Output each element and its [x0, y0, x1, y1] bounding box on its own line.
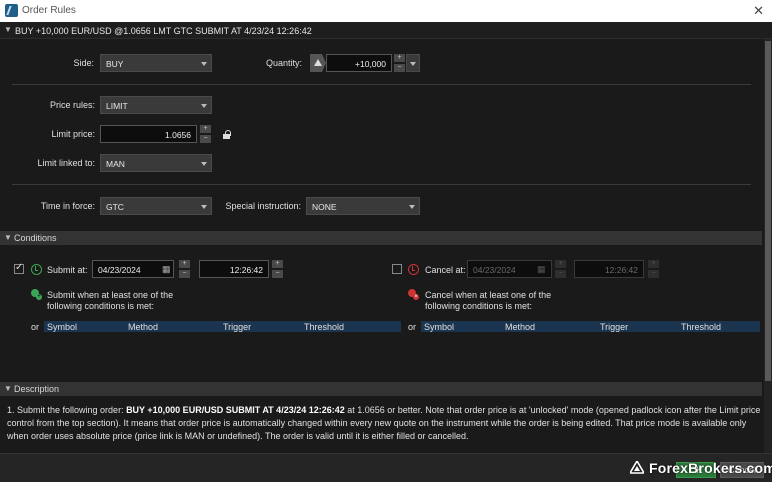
- side-select[interactable]: BUY: [100, 54, 212, 72]
- column-method: Method: [128, 322, 159, 332]
- clock-icon: [31, 264, 42, 275]
- side-label: Side:: [73, 58, 94, 68]
- scrollbar-thumb[interactable]: [765, 41, 771, 381]
- cancel-condition-line1: Cancel when at least one of the: [425, 290, 552, 300]
- side-value: BUY: [106, 59, 124, 69]
- description-section-header[interactable]: ▼ Description: [0, 382, 762, 396]
- vertical-scrollbar[interactable]: [764, 39, 772, 453]
- title-bar: Order Rules ✕: [0, 0, 772, 22]
- brand-logo-icon: [630, 461, 644, 474]
- cancel-at-label: Cancel at:: [425, 265, 466, 275]
- quantity-dropdown[interactable]: [406, 54, 420, 72]
- cancel-condition-text: Cancel when at least one of the followin…: [425, 290, 551, 312]
- submit-condition-text: Submit when at least one of the followin…: [47, 290, 173, 312]
- conditions-section-header[interactable]: ▼ Conditions: [0, 231, 762, 245]
- quantity-type-icon[interactable]: [310, 54, 326, 72]
- submit-time-input[interactable]: 12:26:42: [199, 260, 269, 278]
- chevron-down-icon: [201, 205, 207, 209]
- submit-date-stepper[interactable]: + −: [179, 260, 190, 278]
- or-label: or: [408, 322, 417, 332]
- window-title: Order Rules: [22, 5, 76, 16]
- close-icon[interactable]: ✕: [753, 3, 764, 19]
- order-summary-bar[interactable]: ▼ BUY +10,000 EUR/USD @1.0656 LMT GTC SU…: [0, 22, 772, 39]
- chevron-down-icon: [201, 162, 207, 166]
- special-instruction-select[interactable]: NONE: [306, 197, 420, 215]
- cancel-conditions-table-header: Symbol Method Trigger Threshold: [421, 321, 760, 332]
- watermark-brand: ForexBrokers.com: [649, 460, 772, 476]
- column-trigger: Trigger: [223, 322, 252, 332]
- special-instruction-value: NONE: [312, 202, 337, 212]
- chevron-down-icon[interactable]: ▼: [4, 384, 12, 393]
- quantity-stepper[interactable]: + −: [394, 54, 405, 72]
- price-rules-select[interactable]: LIMIT: [100, 96, 212, 114]
- description-title: Description: [14, 384, 60, 394]
- submit-time-stepper[interactable]: + −: [272, 260, 283, 278]
- plus-icon[interactable]: +: [394, 54, 405, 62]
- add-condition-icon[interactable]: +: [31, 289, 42, 300]
- order-summary-text: BUY +10,000 EUR/USD @1.0656 LMT GTC SUBM…: [15, 26, 312, 36]
- or-label: or: [31, 322, 40, 332]
- submit-conditions-table-header: Symbol Method Trigger Threshold: [44, 321, 401, 332]
- chevron-down-icon: [409, 205, 415, 209]
- description-order: BUY +10,000 EUR/USD SUBMIT AT 4/23/24 12…: [126, 405, 345, 415]
- unlocked-padlock-icon[interactable]: [222, 130, 231, 139]
- calendar-icon[interactable]: ▦: [162, 264, 171, 275]
- limit-price-label: Limit price:: [51, 129, 95, 139]
- limit-linked-label: Limit linked to:: [37, 158, 95, 168]
- column-trigger: Trigger: [600, 322, 629, 332]
- price-rules-label: Price rules:: [49, 100, 95, 110]
- plus-icon[interactable]: +: [648, 260, 659, 268]
- limit-linked-value: MAN: [106, 159, 125, 169]
- chevron-down-icon: [201, 62, 207, 66]
- remove-condition-icon[interactable]: ×: [408, 289, 419, 300]
- column-threshold: Threshold: [681, 322, 722, 332]
- limit-price-stepper[interactable]: + −: [200, 125, 211, 143]
- submit-at-checkbox[interactable]: ✓: [14, 262, 24, 274]
- cancel-time-input[interactable]: 12:26:42: [574, 260, 644, 278]
- minus-icon[interactable]: −: [179, 270, 190, 278]
- chevron-down-icon[interactable]: ▼: [4, 25, 12, 34]
- chevron-down-icon: [201, 104, 207, 108]
- chevron-down-icon: [410, 62, 416, 66]
- limit-linked-select[interactable]: MAN: [100, 154, 212, 172]
- submit-condition-line2: following conditions is met:: [47, 301, 155, 311]
- clock-icon: [408, 264, 419, 275]
- price-rules-value: LIMIT: [106, 101, 128, 111]
- plus-icon[interactable]: +: [179, 260, 190, 268]
- divider: [12, 184, 751, 185]
- column-symbol: Symbol: [424, 322, 455, 332]
- column-method: Method: [505, 322, 536, 332]
- submit-at-label: Submit at:: [47, 265, 88, 275]
- divider: [12, 84, 751, 85]
- checkmark-icon: ✓: [15, 262, 24, 273]
- cancel-date-stepper[interactable]: + −: [555, 260, 566, 278]
- plus-icon[interactable]: +: [272, 260, 283, 268]
- cancel-at-checkbox[interactable]: [392, 264, 402, 274]
- minus-icon[interactable]: −: [200, 135, 211, 143]
- app-logo-icon: [5, 4, 18, 17]
- description-prefix: 1. Submit the following order:: [7, 405, 127, 415]
- cancel-condition-line2: following conditions is met:: [425, 301, 533, 311]
- minus-icon[interactable]: −: [555, 270, 566, 278]
- plus-icon[interactable]: +: [200, 125, 211, 133]
- time-in-force-select[interactable]: GTC: [100, 197, 212, 215]
- plus-icon[interactable]: +: [555, 260, 566, 268]
- special-instruction-label: Special instruction:: [225, 201, 301, 211]
- cancel-time-stepper[interactable]: + −: [648, 260, 659, 278]
- submit-condition-line1: Submit when at least one of the: [47, 290, 174, 300]
- chevron-down-icon[interactable]: ▼: [4, 233, 12, 242]
- calendar-icon[interactable]: ▦: [537, 264, 546, 275]
- column-threshold: Threshold: [304, 322, 345, 332]
- minus-icon[interactable]: −: [394, 64, 405, 72]
- description-text: 1. Submit the following order: BUY +10,0…: [7, 404, 762, 443]
- column-symbol: Symbol: [47, 322, 78, 332]
- quantity-label: Quantity:: [265, 58, 302, 68]
- limit-price-input[interactable]: 1.0656: [100, 125, 197, 143]
- minus-icon[interactable]: −: [648, 270, 659, 278]
- minus-icon[interactable]: −: [272, 270, 283, 278]
- conditions-title: Conditions: [14, 233, 57, 243]
- quantity-input[interactable]: +10,000: [326, 54, 392, 72]
- time-in-force-value: GTC: [106, 202, 124, 212]
- time-in-force-label: Time in force:: [40, 201, 95, 211]
